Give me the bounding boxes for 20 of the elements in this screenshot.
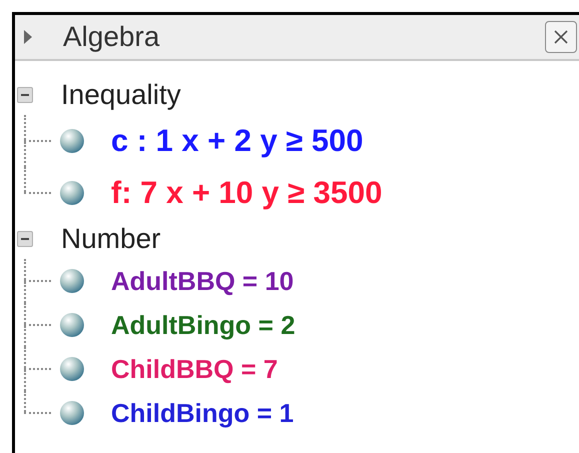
ball-icon	[59, 312, 85, 338]
ball-icon	[59, 180, 85, 206]
ball-icon	[59, 400, 85, 426]
algebra-entry[interactable]: AdultBBQ = 10	[111, 262, 294, 300]
algebra-entry[interactable]: ChildBBQ = 7	[111, 350, 278, 388]
close-button[interactable]	[545, 21, 577, 53]
close-icon	[553, 29, 569, 45]
algebra-entry[interactable]: f: 7 x + 10 y ≥ 3500	[111, 170, 382, 216]
group-label: Number	[61, 222, 161, 256]
toggle-box[interactable]	[17, 87, 33, 103]
algebra-entry[interactable]: c : 1 x + 2 y ≥ 500	[111, 118, 364, 164]
triangle-icon[interactable]	[23, 29, 33, 45]
ball-icon	[59, 268, 85, 294]
toggle-box[interactable]	[17, 231, 33, 247]
panel-title: Algebra	[63, 20, 161, 54]
group-label: Inequality	[61, 78, 181, 112]
ball-icon	[59, 128, 85, 154]
algebra-entry[interactable]: AdultBingo = 2	[111, 306, 296, 344]
algebra-entry[interactable]: ChildBingo = 1	[111, 394, 294, 432]
ball-icon	[59, 356, 85, 382]
